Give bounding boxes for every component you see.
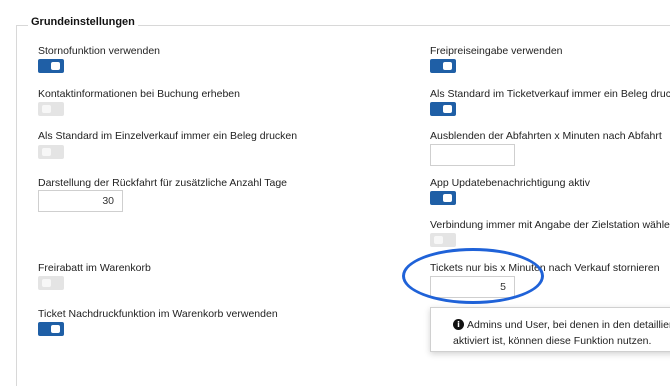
rueckfahrt-tage-input[interactable]: [38, 190, 123, 212]
freirabatt-label: Freirabatt im Warenkorb: [38, 262, 151, 274]
toggle-knob: [42, 105, 51, 113]
tooltip-line-2: aktiviert ist, können diese Funktion nut…: [453, 335, 652, 347]
freipreis-label: Freipreiseingabe verwenden: [430, 45, 563, 57]
nachdruck-toggle[interactable]: [38, 322, 64, 336]
nachdruck-label: Ticket Nachdruckfunktion im Warenkorb ve…: [38, 308, 278, 320]
tooltip-line-1: Admins und User, bei denen in den detail…: [467, 319, 670, 331]
toggle-knob: [434, 236, 443, 244]
storno-label: Stornofunktion verwenden: [38, 45, 160, 57]
toggle-knob: [443, 105, 452, 113]
einzelverkauf-beleg-toggle[interactable]: [38, 145, 64, 159]
einzelverkauf-beleg-label: Als Standard im Einzelverkauf immer ein …: [38, 130, 298, 142]
abfahrten-minuten-label: Ausblenden der Abfahrten x Minuten nach …: [430, 130, 662, 142]
toggle-knob: [443, 194, 452, 202]
toggle-knob: [51, 62, 60, 70]
zielstation-toggle[interactable]: [430, 233, 456, 247]
freipreis-toggle[interactable]: [430, 59, 456, 73]
kontakt-label: Kontaktinformationen bei Buchung erheben: [38, 88, 240, 100]
toggle-knob: [42, 148, 51, 156]
section-title: Grundeinstellungen: [28, 16, 138, 28]
app-update-label: App Updatebenachrichtigung aktiv: [430, 177, 590, 189]
info-icon: i: [453, 319, 464, 330]
toggle-knob: [51, 325, 60, 333]
kontakt-toggle[interactable]: [38, 102, 64, 116]
abfahrten-minuten-input[interactable]: [430, 144, 515, 166]
storno-toggle[interactable]: [38, 59, 64, 73]
zielstation-label: Verbindung immer mit Angabe der Zielstat…: [430, 219, 670, 231]
ticketverkauf-beleg-toggle[interactable]: [430, 102, 456, 116]
toggle-knob: [42, 279, 51, 287]
info-tooltip: i Admins und User, bei denen in den deta…: [430, 307, 670, 352]
rueckfahrt-tage-label: Darstellung der Rückfahrt für zusätzlich…: [38, 177, 288, 189]
freirabatt-toggle[interactable]: [38, 276, 64, 290]
storno-minuten-label: Tickets nur bis x Minuten nach Verkauf s…: [430, 262, 660, 274]
ticketverkauf-beleg-label: Als Standard im Ticketverkauf immer ein …: [430, 88, 670, 100]
app-update-toggle[interactable]: [430, 191, 456, 205]
storno-minuten-input[interactable]: [430, 276, 515, 298]
toggle-knob: [443, 62, 452, 70]
